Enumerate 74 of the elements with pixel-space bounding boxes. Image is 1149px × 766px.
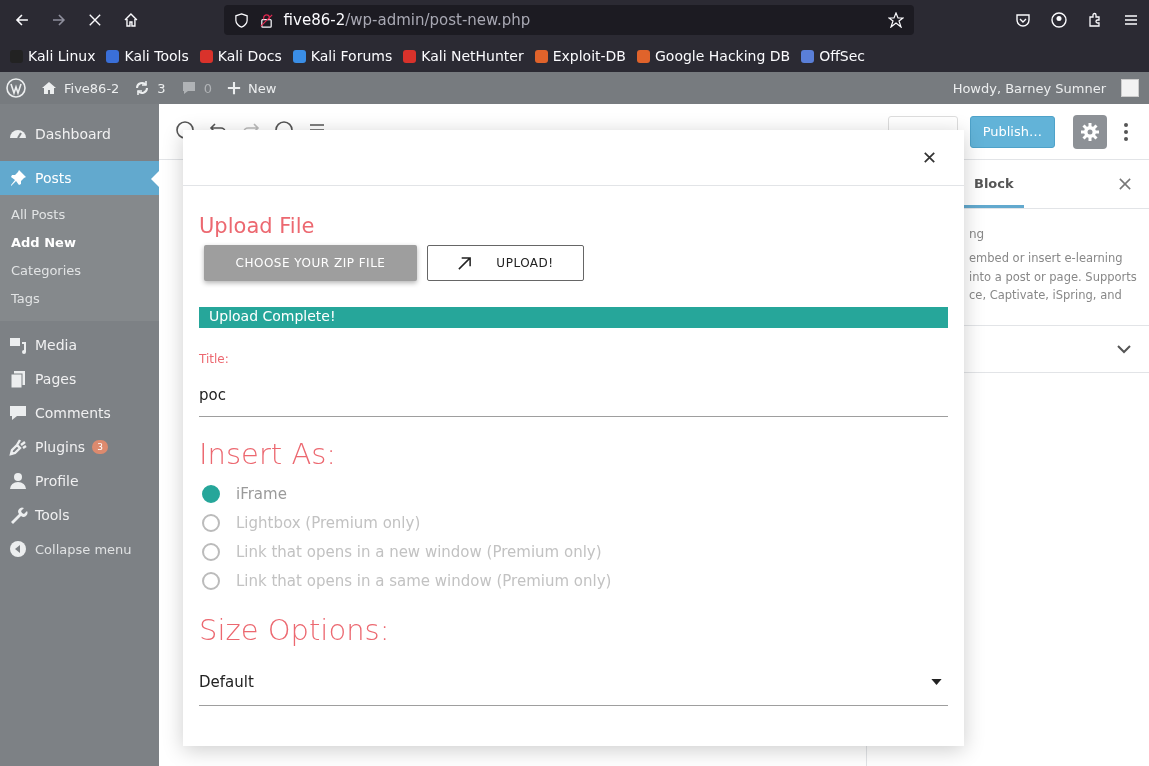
submenu-item[interactable]: All Posts [0,201,159,229]
pocket-icon[interactable] [1015,12,1031,28]
bookmark[interactable]: Exploit-DB [534,48,626,64]
bookmark[interactable]: OffSec [801,48,866,64]
section-heading: Size Options: [199,613,391,647]
settings-icon [1080,121,1100,142]
wordpress-logo-icon[interactable] [6,78,26,98]
pin-icon [8,168,28,188]
menu-item[interactable]: Posts [0,161,159,195]
title-field[interactable]: poc [199,386,948,417]
more-icon[interactable] [1123,121,1129,142]
address-bar[interactable]: five86-2/wp-admin/post-new.php [223,5,914,35]
bookmark[interactable]: Kali Docs [199,48,282,64]
menu-item[interactable]: Profile [0,464,159,498]
bookmark[interactable]: Kali Tools [106,48,189,64]
close-icon[interactable] [924,152,935,163]
section-heading: Upload File [199,214,316,238]
url-text: five86-2/wp-admin/post-new.php [283,11,532,29]
forward-icon[interactable] [50,12,67,28]
menu-item[interactable]: Plugins 3 [0,430,159,464]
bookmark[interactable]: Kali Forums [292,48,393,64]
plus-icon [226,81,241,95]
upload-button[interactable]: UPLOAD! [427,245,584,281]
submenu-item[interactable]: Add New [0,229,159,257]
comment-icon [180,80,197,96]
home-icon [41,80,57,96]
lock-icon [258,12,274,28]
block-description: ce, Captivate, iSpring, and [969,287,1123,304]
radio-option[interactable]: iFrame [199,479,948,508]
collapse-icon [8,539,28,559]
settings-button[interactable] [1073,114,1107,149]
choose-file-button[interactable]: CHOOSE YOUR ZIP FILE [204,245,417,281]
comments-link[interactable]: 0 [180,80,212,96]
count-badge: 3 [92,440,108,454]
block-description: embed or insert e-learning [969,250,1124,267]
arrow-up-right-icon [457,255,473,271]
pages-icon [8,369,28,389]
menu-item[interactable]: Collapse menu [0,532,159,566]
field-label: Title: [199,352,230,366]
radio-button[interactable] [202,484,220,503]
caret-icon [931,679,942,685]
chevron-down-icon[interactable] [1117,343,1131,354]
new-link[interactable]: New [226,80,277,96]
menu-item[interactable]: Media [0,328,159,362]
block-name: ng [969,227,986,241]
menu-item[interactable]: Dashboard [0,114,159,154]
account-icon[interactable] [1051,12,1067,28]
site-link[interactable]: Five86-2 [41,80,120,96]
menu-item[interactable]: Pages [0,362,159,396]
updates-link[interactable]: 3 [134,80,166,96]
extensions-icon[interactable] [1087,12,1103,28]
menu-icon[interactable] [1123,12,1139,28]
greeting-link[interactable]: Howdy, Barney Sumner [952,80,1106,96]
person-icon [8,471,28,491]
block-description: into a post or page. Supports [969,268,1138,286]
publish-button[interactable]: Publish… [969,115,1055,148]
home-icon[interactable] [122,12,139,28]
upload-status-bar: Upload Complete! [199,307,948,328]
submenu-item[interactable]: Tags [0,285,159,313]
bookmark[interactable]: Kali Linux [10,48,96,64]
media-icon [8,335,28,355]
back-icon[interactable] [14,12,30,28]
plug-icon [8,437,28,457]
menu-item[interactable]: Tools [0,498,159,532]
bookmark[interactable]: Kali NetHunter [403,48,524,64]
section-heading: Insert As: [199,437,338,471]
bookmark[interactable]: Google Hacking DB [637,48,791,64]
comment-icon [8,403,28,423]
shield-icon [233,12,249,28]
submenu-item[interactable]: Categories [0,257,159,285]
star-icon[interactable] [888,12,904,28]
size-dropdown[interactable]: Default [199,667,948,706]
menu-item[interactable]: Comments [0,396,159,430]
refresh-icon [134,80,151,96]
